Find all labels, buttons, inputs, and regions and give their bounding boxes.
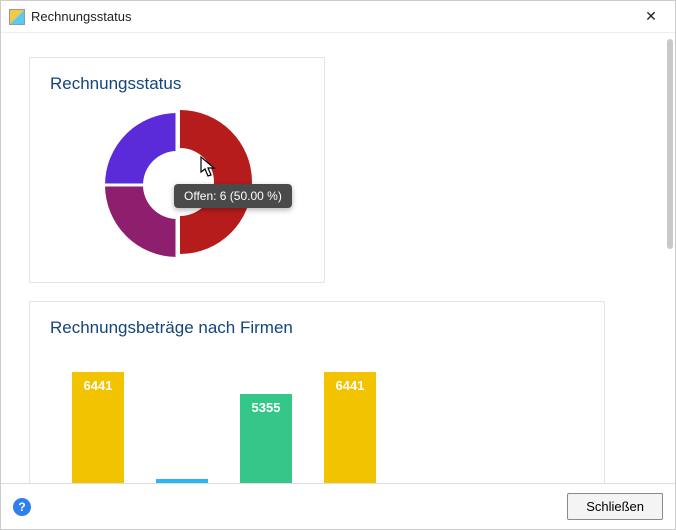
donut-slice-offen[interactable]: [180, 110, 252, 254]
close-icon[interactable]: ✕: [635, 8, 667, 25]
dialog-footer: ? Schließen: [1, 483, 675, 529]
help-icon[interactable]: ?: [13, 498, 31, 516]
titlebar: Rechnungsstatus ✕: [1, 1, 675, 33]
bar-2[interactable]: [156, 479, 208, 483]
scrollbar-thumb[interactable]: [667, 39, 673, 249]
window-title: Rechnungsstatus: [31, 9, 635, 24]
panel-rechnungsbetraege: Rechnungsbeträge nach Firmen 64415355644…: [29, 301, 605, 483]
content-scroll[interactable]: Rechnungsstatus: [1, 33, 675, 483]
donut-tooltip: Offen: 6 (50.00 %): [174, 184, 292, 208]
bar-label-4: 6441: [324, 378, 376, 393]
donut-slice-c[interactable]: [105, 113, 177, 185]
dialog-window: Rechnungsstatus ✕ Rechnungsstatus: [0, 0, 676, 530]
bar-label-1: 6441: [72, 378, 124, 393]
donut-chart[interactable]: Offen: 6 (50.00 %): [82, 102, 272, 262]
bar-1[interactable]: 6441: [72, 372, 124, 483]
bar-4[interactable]: 6441: [324, 372, 376, 483]
bar-label-3: 5355: [240, 400, 292, 415]
bar-chart[interactable]: 6441 5355 6441: [50, 346, 584, 483]
panel-rechnungsstatus: Rechnungsstatus: [29, 57, 325, 283]
app-icon: [9, 9, 25, 25]
content-viewport: Rechnungsstatus: [1, 33, 675, 483]
panel-title-donut: Rechnungsstatus: [50, 74, 304, 94]
panel-title-bars: Rechnungsbeträge nach Firmen: [50, 318, 584, 338]
bar-3[interactable]: 5355: [240, 394, 292, 483]
donut-slice-b[interactable]: [105, 185, 177, 257]
close-button[interactable]: Schließen: [567, 493, 663, 520]
